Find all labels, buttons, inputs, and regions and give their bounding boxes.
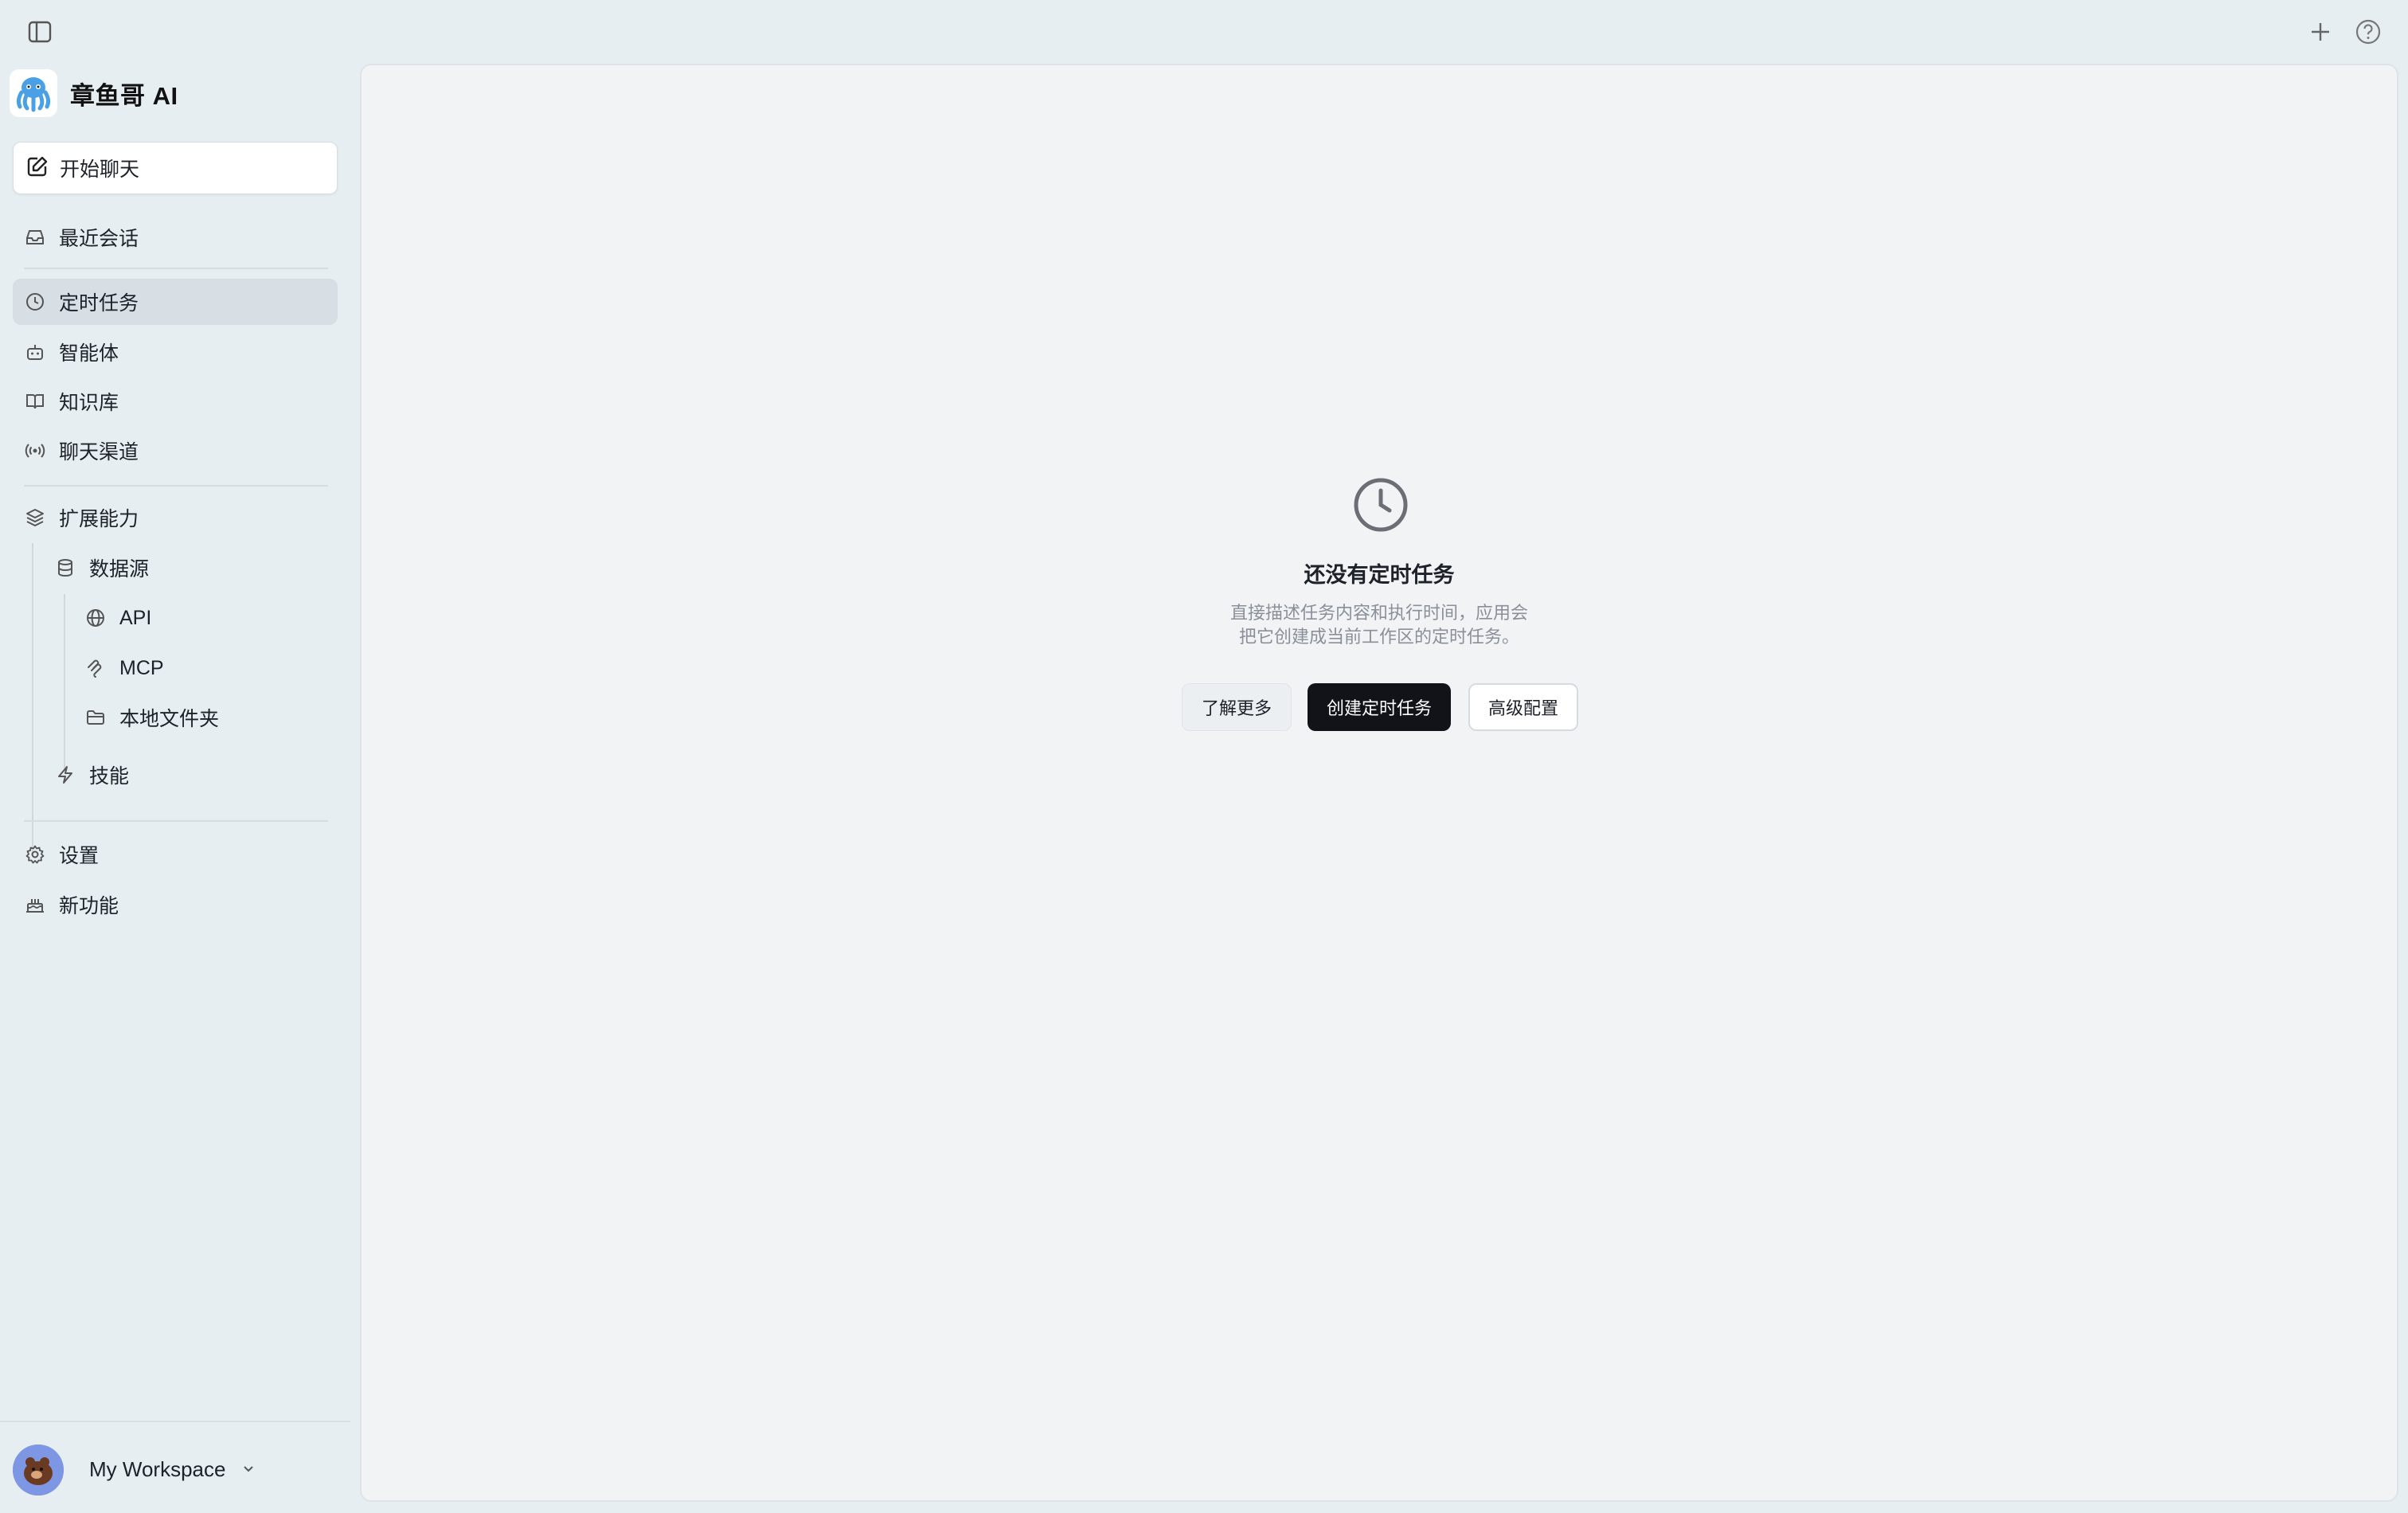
inbox-icon: [24, 226, 46, 248]
empty-state-description: 把它创建成当前工作区的定时任务。: [1238, 627, 1519, 647]
sidebar-item-label: 智能体: [59, 342, 119, 365]
database-icon: [54, 557, 76, 579]
sidebar-item-whats-new[interactable]: 新功能: [13, 882, 338, 928]
sidebar-item-agents[interactable]: 智能体: [13, 329, 338, 375]
empty-state-description: 直接描述任务内容和执行时间，应用会: [1229, 603, 1528, 623]
avatar: [13, 1445, 64, 1495]
sidebar-item-datasource[interactable]: 数据源: [43, 545, 338, 591]
top-bar: [0, 0, 2408, 62]
sidebar-item-scheduled-tasks[interactable]: 定时任务: [13, 279, 338, 325]
sidebar-item-label: 知识库: [59, 392, 119, 414]
sidebar-item-label: 数据源: [89, 558, 150, 581]
sidebar-item-knowledge-base[interactable]: 知识库: [13, 378, 338, 424]
lightning-icon: [54, 764, 76, 786]
empty-state-title: 还没有定时任务: [1304, 563, 1455, 587]
layers-icon: [24, 506, 46, 529]
octopus-logo-icon: [10, 69, 57, 117]
sidebar-item-label: 设置: [59, 845, 100, 867]
divider: [24, 820, 328, 822]
clock-icon: [24, 291, 46, 313]
clock-icon: [1351, 475, 1411, 535]
learn-more-button[interactable]: 了解更多: [1182, 683, 1292, 731]
sidebar-item-skills[interactable]: 技能: [43, 752, 338, 798]
edit-icon: [26, 155, 49, 182]
sidebar-item-label: MCP: [119, 656, 164, 679]
sidebar-toggle-icon[interactable]: [24, 18, 56, 46]
create-scheduled-task-button[interactable]: 创建定时任务: [1308, 683, 1451, 731]
divider: [24, 485, 328, 487]
sidebar-item-label: 技能: [89, 765, 130, 788]
sidebar-item-extensions[interactable]: 扩展能力: [13, 495, 338, 541]
sidebar-item-chat-channels[interactable]: 聊天渠道: [13, 428, 338, 474]
brand: 章鱼哥 AI: [10, 68, 178, 118]
main-panel: 还没有定时任务 直接描述任务内容和执行时间，应用会 把它创建成当前工作区的定时任…: [360, 64, 2398, 1502]
globe-icon: [84, 607, 107, 629]
start-chat-button[interactable]: 开始聊天: [13, 142, 338, 194]
workspace-switcher[interactable]: My Workspace: [0, 1421, 350, 1513]
sidebar-item-api[interactable]: API: [73, 595, 338, 641]
tree-line: [32, 543, 33, 855]
gear-icon: [24, 843, 46, 866]
advanced-config-button[interactable]: 高级配置: [1468, 683, 1578, 731]
mcp-icon: [84, 657, 107, 679]
sidebar-item-label: 新功能: [59, 895, 119, 917]
book-icon: [24, 390, 46, 412]
start-chat-label: 开始聊天: [60, 158, 140, 181]
brand-name: 章鱼哥 AI: [70, 81, 178, 110]
robot-icon: [24, 341, 46, 363]
folder-icon: [84, 706, 107, 729]
sidebar-item-settings[interactable]: 设置: [13, 831, 338, 878]
help-icon[interactable]: [2352, 16, 2384, 48]
broadcast-icon: [24, 440, 46, 462]
sidebar-item-label: 聊天渠道: [59, 441, 139, 463]
divider: [24, 268, 328, 269]
workspace-name: My Workspace: [89, 1457, 226, 1481]
sidebar-item-label: 扩展能力: [59, 508, 139, 530]
sidebar-item-label: 最近会话: [59, 228, 139, 250]
cake-icon: [24, 893, 46, 916]
sidebar-item-label: 定时任务: [59, 292, 139, 315]
tree-line: [64, 594, 65, 771]
sidebar-item-local-folder[interactable]: 本地文件夹: [73, 694, 338, 741]
sidebar-item-label: 本地文件夹: [119, 708, 220, 730]
chevron-down-icon: [240, 1460, 256, 1476]
sidebar-item-label: API: [119, 606, 152, 629]
sidebar-item-recent[interactable]: 最近会话: [13, 214, 338, 260]
sidebar: 章鱼哥 AI 开始聊天 最近会话 定时任务 智能体 知识库 聊天渠道 扩展能力 …: [0, 62, 350, 1511]
plus-icon[interactable]: [2304, 16, 2336, 48]
sidebar-item-mcp[interactable]: MCP: [73, 645, 338, 691]
